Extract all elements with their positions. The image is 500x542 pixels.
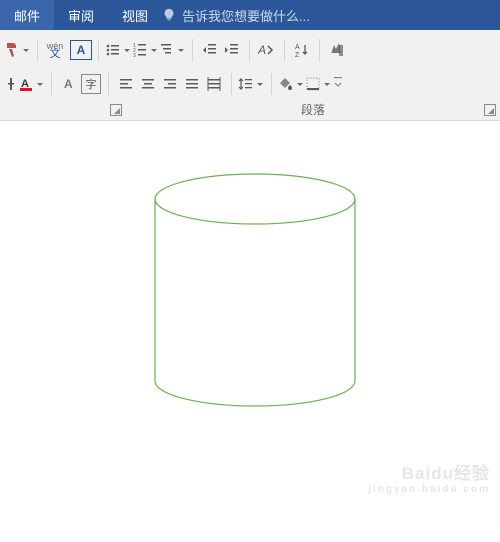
svg-text:A: A xyxy=(64,77,73,91)
svg-text:A: A xyxy=(295,44,300,51)
multilevel-list-button[interactable] xyxy=(159,39,186,61)
ribbon-row-2: A A 字 xyxy=(4,70,496,98)
bulb-icon xyxy=(162,8,176,22)
tab-mail[interactable]: 邮件 xyxy=(0,0,54,30)
clear-format-button[interactable]: A xyxy=(256,39,278,61)
font-color-button[interactable]: A xyxy=(18,73,45,95)
svg-text:A: A xyxy=(258,43,266,57)
decrease-indent-button[interactable] xyxy=(199,39,221,61)
watermark: Baidu经验 jingyan.baidu.com xyxy=(368,459,490,495)
watermark-main: Baidu经验 xyxy=(368,459,490,484)
ribbon-row-1: wén 文 A 123 xyxy=(4,36,496,64)
borders-button[interactable] xyxy=(305,73,332,95)
paragraph-group-label: 段落 xyxy=(301,101,325,118)
align-justify-button[interactable] xyxy=(181,73,203,95)
shading-button[interactable] xyxy=(278,73,305,95)
highlight-button[interactable]: A xyxy=(58,73,80,95)
paragraph-dialog-launcher[interactable] xyxy=(484,104,496,116)
overflow-button[interactable] xyxy=(332,73,344,95)
sort-button[interactable]: AZ xyxy=(291,39,313,61)
char-border-A: A xyxy=(70,40,92,60)
line-spacing-button[interactable] xyxy=(238,73,265,95)
tab-view[interactable]: 视图 xyxy=(108,0,162,30)
font-dialog-launcher[interactable] xyxy=(110,104,122,116)
distribute-button[interactable] xyxy=(203,73,225,95)
align-right-button[interactable] xyxy=(159,73,181,95)
tell-me-text: 告诉我您想要做什么... xyxy=(182,6,310,25)
ribbon: wén 文 A 123 xyxy=(0,30,500,121)
increase-indent-button[interactable] xyxy=(221,39,243,61)
phonetic-guide-button[interactable]: wén 文 xyxy=(44,39,66,61)
show-marks-button[interactable] xyxy=(326,39,348,61)
numbering-button[interactable]: 123 xyxy=(132,39,159,61)
strikethrough-button[interactable] xyxy=(4,73,18,95)
watermark-sub: jingyan.baidu.com xyxy=(368,484,490,495)
svg-text:3: 3 xyxy=(133,53,136,58)
ribbon-tabs: 邮件 审阅 视图 告诉我您想要做什么... xyxy=(0,0,500,30)
tell-me-search[interactable]: 告诉我您想要做什么... xyxy=(162,0,500,30)
cylinder-shape[interactable] xyxy=(150,171,360,411)
char-border-button[interactable]: A xyxy=(70,39,92,61)
bullets-button[interactable] xyxy=(105,39,132,61)
align-left-button[interactable] xyxy=(115,73,137,95)
char-shading-button[interactable]: 字 xyxy=(80,73,102,95)
document-canvas[interactable]: Baidu经验 jingyan.baidu.com xyxy=(0,121,500,501)
svg-text:Z: Z xyxy=(295,52,300,58)
group-labels: 段落 xyxy=(0,98,500,120)
align-center-button[interactable] xyxy=(137,73,159,95)
tab-review[interactable]: 审阅 xyxy=(54,0,108,30)
format-painter-button[interactable] xyxy=(4,39,31,61)
